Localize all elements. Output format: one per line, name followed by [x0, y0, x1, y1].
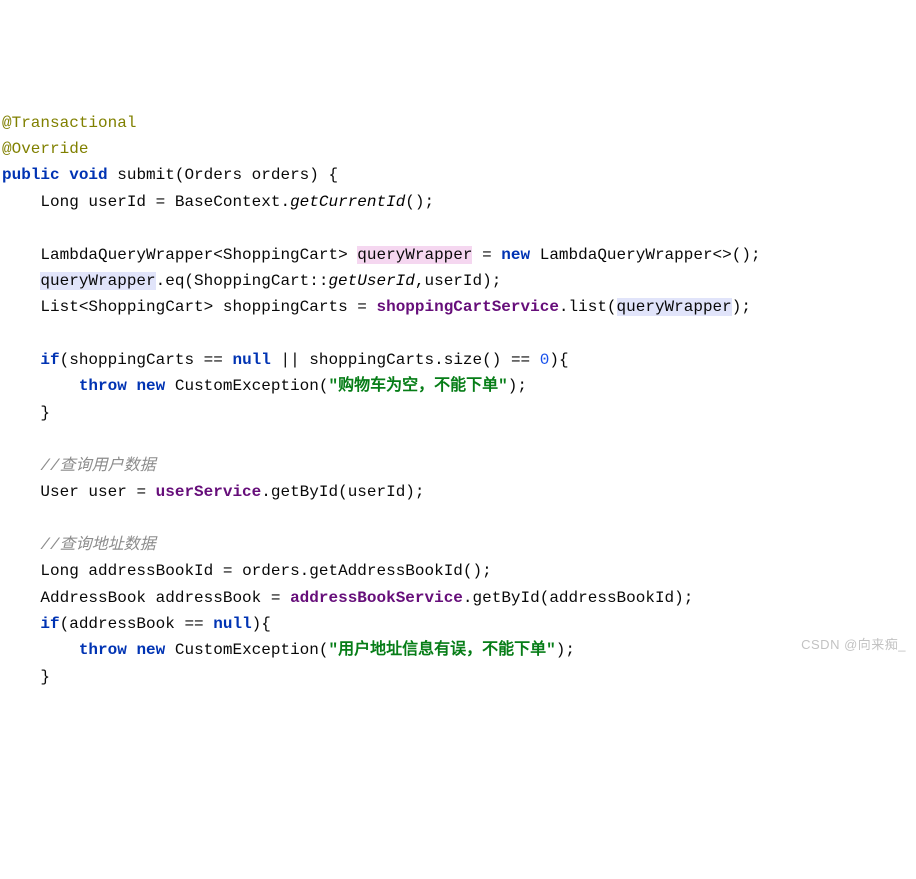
- kw-public: public: [2, 166, 60, 184]
- comment-addr: //查询地址数据: [40, 536, 155, 554]
- type-long: Long: [40, 193, 78, 211]
- field-userservice: userService: [156, 483, 262, 501]
- watermark: CSDN @向来痴_: [801, 634, 906, 655]
- str-cart-error: "购物车为空，不能下单": [329, 377, 508, 395]
- params: (Orders orders): [175, 166, 319, 184]
- kw-void: void: [69, 166, 107, 184]
- getCurrentId-call: getCurrentId: [290, 193, 405, 211]
- annotation-override: @Override: [2, 140, 88, 158]
- field-addressbookservice: addressBookService: [290, 589, 463, 607]
- field-shoppingcartservice: shoppingCartService: [376, 298, 558, 316]
- var-querywrapper-use2: queryWrapper: [617, 298, 732, 316]
- comment-user: //查询用户数据: [40, 457, 155, 475]
- code-block: @Transactional @Override public void sub…: [0, 106, 916, 695]
- var-querywrapper-use: queryWrapper: [40, 272, 155, 290]
- str-addr-error: "用户地址信息有误，不能下单": [329, 641, 556, 659]
- method-submit: submit: [117, 166, 175, 184]
- var-querywrapper-decl: queryWrapper: [357, 246, 472, 264]
- annotation-transactional: @Transactional: [2, 114, 136, 132]
